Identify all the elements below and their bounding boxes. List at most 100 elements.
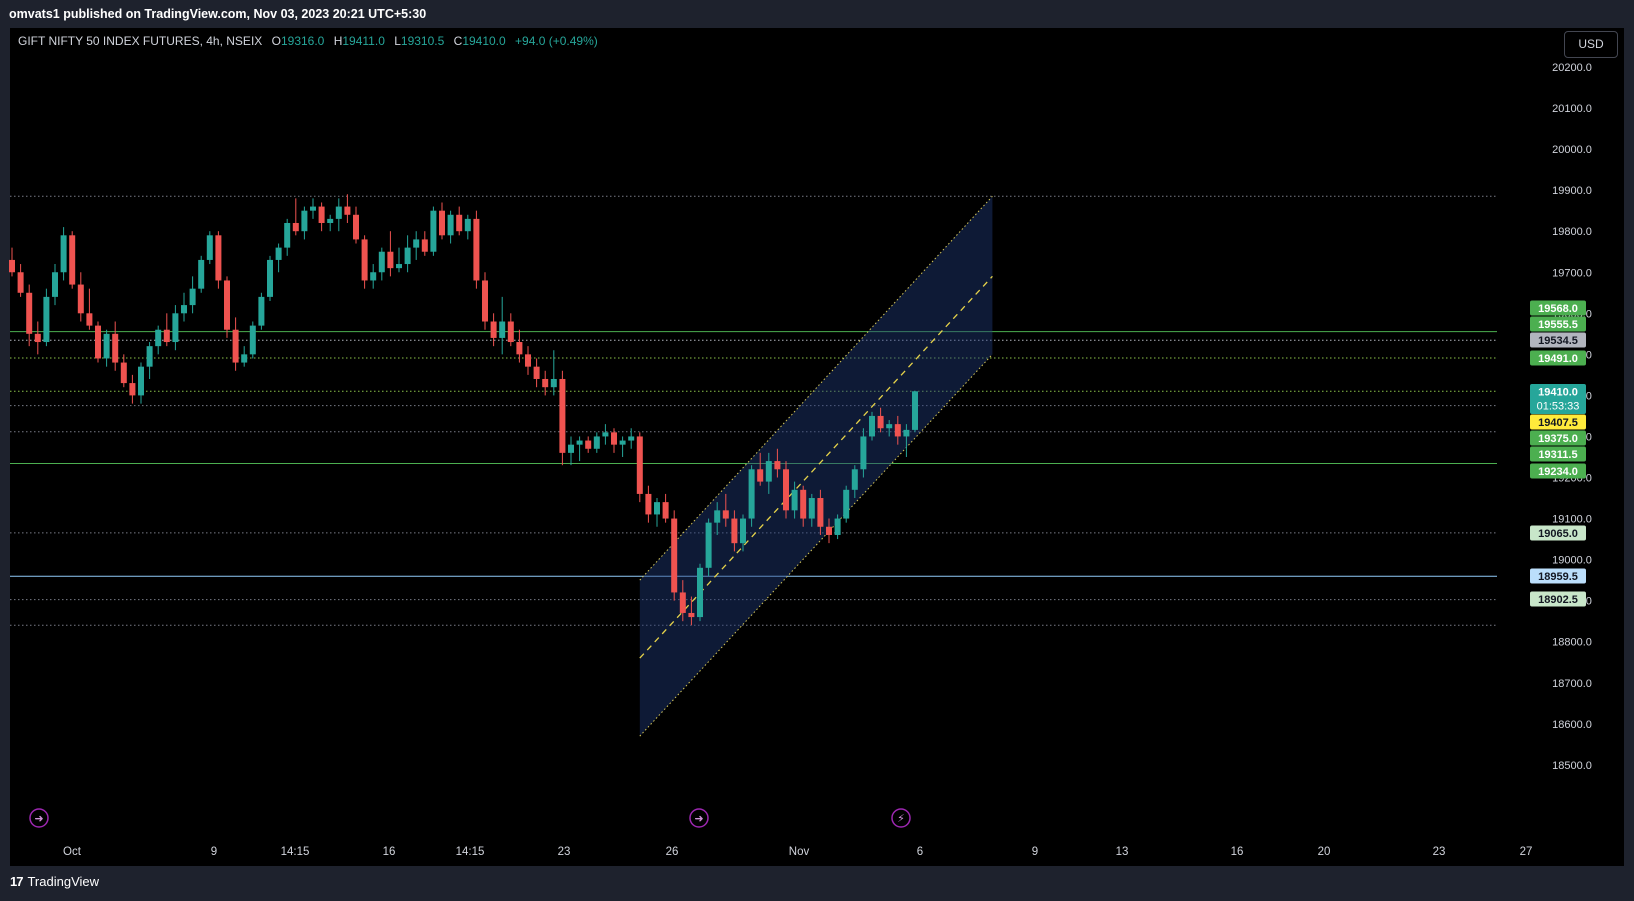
- candle-body-39: [344, 206, 351, 215]
- time-axis: Oct 9 14:15 16 14:15 23 26 Nov 6 9 13 16 20 23 27: [63, 846, 1532, 858]
- footer-bar: [0, 866, 1634, 901]
- event-arrow-glyph: ➜: [34, 813, 43, 825]
- price-label-8: 19234.0: [1538, 466, 1578, 478]
- candle-body-38: [335, 206, 342, 219]
- low-key: L: [394, 34, 401, 48]
- price-tick-15: 18700.0: [1552, 678, 1592, 690]
- candle-body-43: [378, 251, 385, 273]
- tradingview-logo[interactable]: 17 TradingView: [10, 874, 99, 889]
- symbol-info: GIFT NIFTY 50 INDEX FUTURES, 4h, NSEIX: [18, 34, 263, 48]
- candle-body-18: [163, 329, 170, 343]
- candle-body-36: [318, 206, 325, 223]
- candle-body-15: [138, 366, 144, 396]
- price-label-10: 18959.5: [1538, 571, 1578, 583]
- candle-body-28: [249, 325, 256, 355]
- candle-body-69: [602, 432, 609, 437]
- candle-body-35: [310, 206, 316, 211]
- price-label-2: 19534.5: [1538, 335, 1578, 347]
- time-tick-1: 9: [211, 846, 217, 858]
- price-tick-5: 19700.0: [1552, 267, 1592, 279]
- candle-body-11: [103, 333, 110, 359]
- candle-body-87: [757, 469, 764, 482]
- price-label-9: 19065.0: [1538, 528, 1578, 540]
- candle-body-100: [869, 415, 875, 437]
- time-tick-0: Oct: [63, 846, 82, 858]
- candle-body-16: [146, 346, 153, 367]
- candle-body-42: [370, 272, 377, 281]
- candle-body-20: [181, 305, 187, 314]
- candle-body-99: [860, 436, 867, 470]
- time-tick-4: 14:15: [456, 846, 485, 858]
- time-tick-6: 26: [666, 846, 679, 858]
- price-label-3: 19491.0: [1538, 353, 1578, 365]
- candle-body-56: [490, 321, 497, 338]
- ohlc-legend: GIFT NIFTY 50 INDEX FUTURES, 4h, NSEIX O…: [18, 34, 598, 48]
- high-value: 19411.0: [342, 34, 385, 48]
- candle-body-34: [301, 210, 308, 232]
- candle-body-0: [9, 259, 15, 273]
- candle-body-88: [765, 461, 772, 482]
- candle-body-37: [327, 218, 334, 223]
- time-tick-11: 16: [1231, 846, 1244, 858]
- candle-body-65: [568, 444, 574, 453]
- candle-body-85: [740, 518, 746, 544]
- candlestick-chart[interactable]: 20200.0 20100.0 20000.0 19900.0 19800.0 19700…: [0, 0, 1634, 901]
- open-key: O: [271, 34, 281, 48]
- countdown-label: 01:53:33: [1537, 401, 1580, 413]
- time-tick-7: Nov: [789, 846, 810, 858]
- change-value: +94.0 (+0.49%): [515, 34, 598, 48]
- candle-body-80: [697, 567, 703, 618]
- time-tick-2: 14:15: [281, 846, 310, 858]
- event-arrow-glyph-2: ➜: [694, 813, 703, 825]
- time-tick-10: 13: [1116, 846, 1129, 858]
- candle-body-45: [396, 264, 402, 269]
- price-tick-16: 18600.0: [1552, 719, 1592, 731]
- open-value: 19316.0: [280, 34, 325, 48]
- candle-body-94: [817, 498, 824, 527]
- price-tick-3: 19900.0: [1552, 185, 1592, 197]
- candle-body-105: [912, 391, 918, 430]
- candle-body-90: [783, 469, 789, 511]
- time-tick-5: 23: [558, 846, 571, 858]
- candle-body-17: [155, 329, 162, 347]
- close-key: C: [453, 34, 463, 48]
- candle-body-10: [95, 325, 101, 359]
- candle-body-78: [679, 592, 686, 613]
- candle-body-63: [550, 378, 557, 388]
- candle-body-44: [387, 251, 394, 269]
- candle-body-101: [877, 415, 884, 429]
- candle-body-3: [34, 333, 41, 343]
- currency-button[interactable]: USD: [1564, 31, 1618, 58]
- candle-body-1: [17, 272, 24, 293]
- price-tick-0: 20200.0: [1552, 62, 1592, 74]
- candle-body-8: [77, 284, 84, 314]
- candle-body-21: [189, 288, 196, 306]
- time-tick-12: 20: [1318, 846, 1331, 858]
- candle-body-96: [834, 518, 841, 535]
- candle-body-58: [507, 321, 514, 343]
- time-tick-13: 23: [1433, 846, 1446, 858]
- candle-body-59: [516, 342, 523, 355]
- candle-body-93: [808, 498, 815, 519]
- candle-body-57: [499, 321, 506, 338]
- candle-body-9: [86, 313, 93, 326]
- close-value: 19410.0: [462, 34, 506, 48]
- time-tick-9: 9: [1032, 846, 1038, 858]
- candle-body-70: [611, 432, 617, 445]
- price-tick-17: 18500.0: [1552, 760, 1592, 772]
- candle-body-6: [60, 235, 67, 273]
- candle-body-33: [292, 222, 299, 232]
- time-tick-3: 16: [383, 846, 396, 858]
- candle-body-30: [267, 259, 273, 297]
- time-tick-14: 27: [1520, 846, 1533, 858]
- candle-body-68: [593, 436, 600, 449]
- candle-body-23: [206, 235, 213, 260]
- candle-body-64: [559, 378, 566, 453]
- candle-body-62: [542, 378, 549, 388]
- candle-body-25: [224, 280, 230, 330]
- candle-body-31: [275, 247, 282, 260]
- candle-body-92: [800, 489, 807, 519]
- price-label-1: 19555.5: [1538, 319, 1578, 331]
- candle-body-27: [241, 354, 248, 363]
- candle-body-71: [619, 440, 626, 445]
